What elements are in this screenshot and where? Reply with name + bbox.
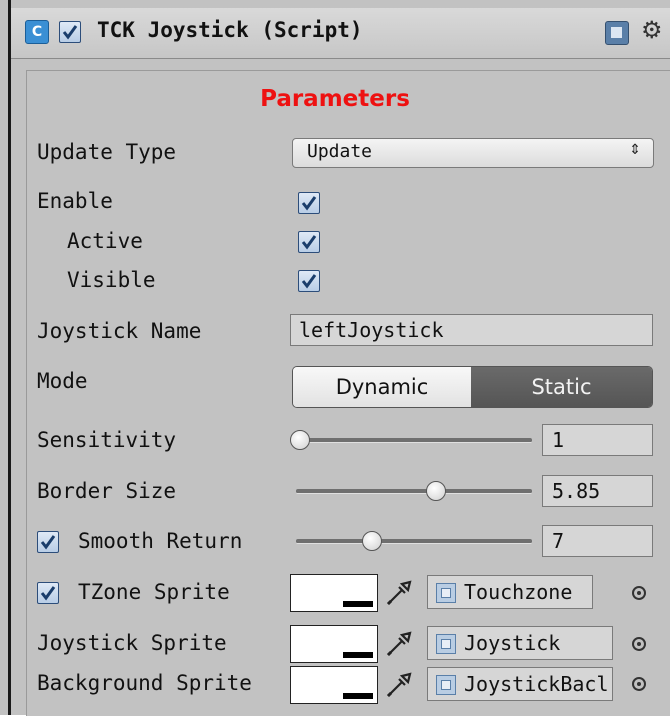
eyedropper-icon[interactable] [384,670,414,700]
help-icon[interactable] [605,21,629,45]
inspector-frame: C TCK Joystick (Script) ⚙ Parameters Upd… [0,0,670,716]
eyedropper-icon[interactable] [384,629,414,659]
border-size-slider-thumb[interactable] [426,481,446,501]
tzone-sprite-checkbox[interactable] [37,582,59,604]
sprite-icon [436,675,456,695]
tzone-sprite-label: TZone Sprite [78,580,230,604]
eyedropper-icon[interactable] [384,578,414,608]
update-type-dropdown[interactable]: Update ⇕ [292,138,654,168]
active-checkbox[interactable] [298,231,320,253]
background-sprite-label: Background Sprite [37,671,252,695]
sensitivity-label: Sensitivity [37,428,177,452]
component-title: TCK Joystick (Script) [97,18,363,42]
gear-icon[interactable]: ⚙ [641,16,663,44]
smooth-return-slider-track[interactable] [296,539,532,544]
tzone-sprite-field[interactable]: Touchzone [427,575,593,609]
component-enabled-checkbox[interactable] [59,21,81,43]
tzone-sprite-value: Touchzone [464,580,573,604]
update-type-value: Update [307,141,373,162]
sprite-icon [436,583,456,603]
mode-label: Mode [37,369,88,393]
background-sprite-field[interactable]: JoystickBacl [427,667,613,701]
mode-option-static[interactable]: Static [471,367,652,407]
joystick-name-label: Joystick Name [37,319,202,343]
component-header[interactable]: C TCK Joystick (Script) ⚙ [11,8,670,59]
checkmark-icon [301,274,317,289]
checkmark-icon [301,196,317,211]
enable-checkbox[interactable] [298,192,320,214]
object-picker-icon[interactable] [632,677,646,691]
joystick-name-input[interactable]: leftJoystick [290,314,653,346]
joystick-sprite-value: Joystick [464,631,561,655]
border-size-input[interactable]: 5.85 [542,475,653,507]
checkmark-icon [40,586,56,601]
joystick-sprite-label: Joystick Sprite [37,631,227,655]
sensitivity-input[interactable]: 1 [542,424,653,456]
enable-label: Enable [37,189,113,213]
script-icon: C [25,20,49,44]
update-type-label: Update Type [37,140,177,164]
active-label: Active [67,229,143,253]
checkmark-icon [40,535,56,550]
checkmark-icon [62,25,78,40]
joystick-sprite-field[interactable]: Joystick [427,626,613,660]
smooth-return-slider-thumb[interactable] [362,531,382,551]
mode-toggle[interactable]: Dynamic Static [292,366,653,408]
sensitivity-slider-track[interactable] [296,438,532,443]
sprite-icon [436,634,456,654]
smooth-return-checkbox[interactable] [37,531,59,553]
background-sprite-value: JoystickBacl [464,672,609,696]
dropdown-arrow-icon: ⇕ [629,142,641,158]
border-size-slider-track[interactable] [296,489,532,494]
visible-label: Visible [67,268,156,292]
joystick-color-swatch[interactable] [290,625,378,663]
object-picker-icon[interactable] [632,586,646,600]
smooth-return-label: Smooth Return [78,529,243,553]
checkmark-icon [301,235,317,250]
tzone-color-swatch[interactable] [290,574,378,612]
background-color-swatch[interactable] [290,666,378,704]
section-title: Parameters [260,86,410,112]
object-picker-icon[interactable] [632,637,646,651]
visible-checkbox[interactable] [298,270,320,292]
mode-option-dynamic[interactable]: Dynamic [293,367,471,407]
border-size-label: Border Size [37,479,177,503]
sensitivity-slider-thumb[interactable] [290,430,310,450]
smooth-return-input[interactable]: 7 [542,525,653,557]
